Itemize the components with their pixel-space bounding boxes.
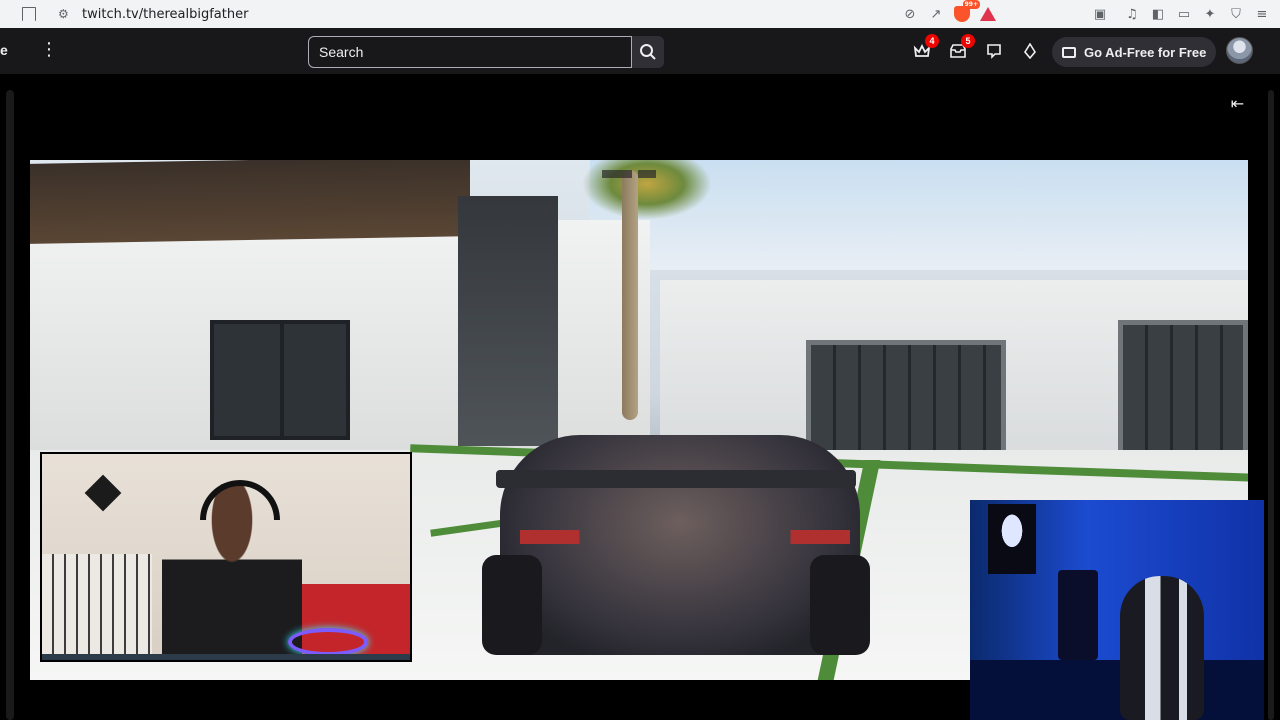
media-icon[interactable]: ♫	[1124, 6, 1140, 22]
tracking-icon[interactable]: ⊘	[902, 6, 918, 22]
browse-link[interactable]: e	[0, 42, 8, 58]
search-input[interactable]: Search	[308, 36, 632, 68]
car-wheel	[810, 555, 870, 655]
user-avatar[interactable]	[1226, 37, 1253, 64]
webcam-taskbar	[42, 654, 410, 660]
browser-actions: ⊘ ↗ 99+ ▣ ♫ ◧ ▭ ✦ ⛉ ≡	[902, 0, 1280, 28]
inbox-button[interactable]: 5	[949, 34, 975, 59]
skull-icon	[996, 514, 1028, 556]
dark-furniture	[1058, 570, 1098, 660]
sports-car	[500, 435, 860, 655]
reading-mode-icon[interactable]: ▣	[1092, 6, 1108, 22]
room-webcam	[970, 500, 1264, 720]
floor	[970, 660, 1264, 720]
bookmark-icon[interactable]	[22, 7, 36, 21]
right-scrollbar[interactable]	[1268, 90, 1274, 720]
more-options-icon[interactable]: ⋮	[40, 40, 58, 60]
car-taillights	[520, 530, 850, 544]
menu-icon[interactable]: ≡	[1254, 6, 1270, 22]
leo-ai-icon[interactable]: ✦	[1202, 6, 1218, 22]
browser-toolbar: ⚙ twitch.tv/therealbigfather ⊘ ↗ 99+ ▣ ♫…	[0, 0, 1280, 28]
bits-button[interactable]	[1021, 42, 1039, 60]
vpn-icon[interactable]: ⛉	[1228, 6, 1244, 22]
glass-window	[458, 196, 558, 446]
whispers-icon	[987, 44, 1001, 59]
streamer-webcam	[40, 452, 412, 662]
inbox-badge: 5	[961, 34, 975, 48]
search-icon	[640, 44, 656, 60]
left-scrollbar[interactable]	[6, 90, 14, 720]
twitch-top-nav: e ⋮ Search 4 5 Go Ad-Free for Free	[0, 28, 1280, 74]
prime-badge: 4	[925, 34, 939, 48]
site-info-icon[interactable]: ⚙	[58, 7, 72, 21]
search-button[interactable]	[632, 36, 664, 68]
front-door	[210, 320, 350, 440]
ad-free-icon	[1062, 46, 1076, 58]
share-icon[interactable]: ↗	[928, 6, 944, 22]
brave-shield-icon[interactable]: 99+	[954, 0, 980, 22]
arrow-collapse-icon[interactable]: ⇤	[1231, 94, 1244, 113]
bits-icon	[1024, 42, 1036, 60]
go-ad-free-button[interactable]: Go Ad-Free for Free	[1052, 37, 1216, 67]
sidebar-icon[interactable]: ◧	[1150, 6, 1166, 22]
wallet-icon[interactable]: ▭	[1176, 6, 1192, 22]
go-ad-free-label: Go Ad-Free for Free	[1084, 44, 1207, 60]
led-ring	[288, 628, 368, 656]
gaming-chair	[1120, 576, 1204, 720]
palm-leaves	[582, 160, 712, 220]
brave-rewards-icon[interactable]	[980, 6, 996, 22]
roof	[30, 160, 470, 244]
prime-crown-button[interactable]: 4	[913, 34, 939, 59]
extension-badge: 99+	[962, 0, 980, 9]
whispers-button[interactable]	[985, 43, 1003, 59]
game-hud	[602, 170, 692, 178]
plaid-pillow	[42, 554, 152, 660]
car-spoiler	[496, 470, 856, 488]
car-wheel	[482, 555, 542, 655]
address-bar[interactable]: twitch.tv/therealbigfather	[82, 7, 248, 22]
palm-tree	[622, 170, 638, 420]
wall-decor	[84, 474, 122, 512]
